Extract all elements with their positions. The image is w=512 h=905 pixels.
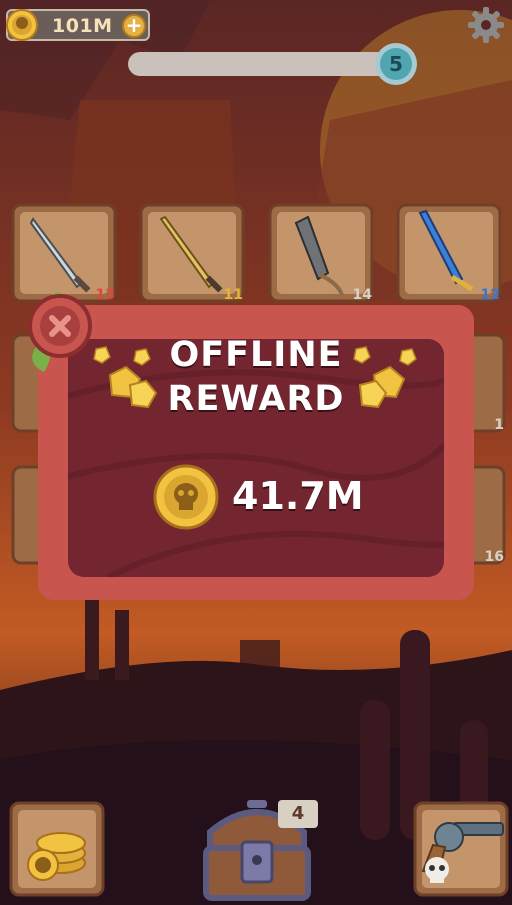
level-badge: 5 bbox=[374, 42, 418, 86]
tile-level: 16 bbox=[484, 549, 504, 565]
gold-nuggets-icon bbox=[353, 346, 417, 409]
coin-stack-button[interactable] bbox=[9, 801, 105, 897]
popup-title-line-2: REWARD bbox=[167, 379, 345, 419]
weapon-tile[interactable] bbox=[11, 465, 55, 565]
add-coins-button[interactable]: + bbox=[122, 14, 146, 38]
chest-count-badge: 4 bbox=[278, 800, 318, 828]
skull-coin-icon bbox=[153, 464, 219, 530]
weapon-tile[interactable]: 12 bbox=[396, 203, 502, 303]
reward-amount: 41.7M bbox=[232, 474, 364, 518]
tile-level: 1 bbox=[494, 417, 504, 433]
tile-level: 12 bbox=[480, 287, 500, 303]
tile-level: 11 bbox=[223, 287, 243, 303]
revolver-button[interactable] bbox=[413, 801, 509, 897]
level-number: 5 bbox=[389, 52, 403, 76]
gear-icon[interactable] bbox=[466, 5, 506, 45]
close-button[interactable] bbox=[24, 282, 96, 374]
gold-nuggets-icon bbox=[93, 346, 158, 409]
coin-amount: 101M bbox=[52, 15, 113, 37]
tile-level: 13 bbox=[95, 287, 115, 303]
weapon-tile[interactable]: 11 bbox=[139, 203, 245, 303]
weapon-tile[interactable]: 14 bbox=[268, 203, 374, 303]
tile-level: 14 bbox=[352, 287, 372, 303]
coin-balance: 101M + bbox=[6, 9, 150, 41]
level-progress-bar bbox=[128, 52, 398, 76]
skull-coin-icon bbox=[6, 9, 38, 41]
weapon-tile[interactable]: 16 bbox=[458, 465, 506, 565]
